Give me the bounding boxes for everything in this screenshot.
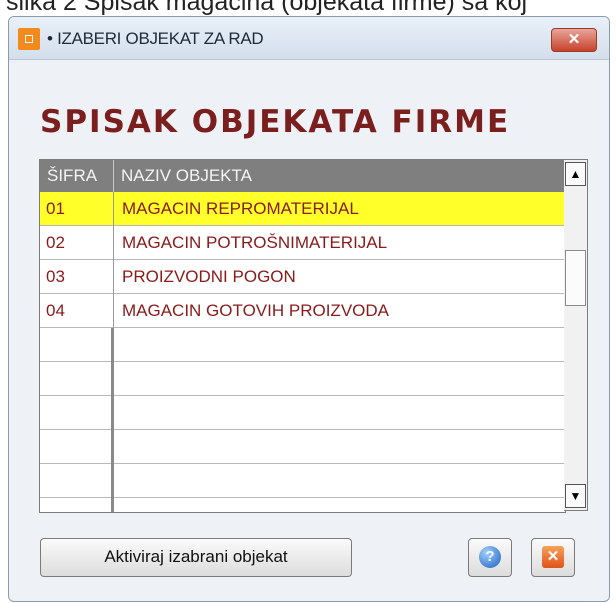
- objects-table: ŠIFRA NAZIV OBJEKTA 01 MAGACIN REPROMATE…: [39, 159, 566, 513]
- cell-code: 02: [40, 226, 114, 260]
- table-row[interactable]: 02 MAGACIN POTROŠNIMATERIJAL: [40, 226, 565, 260]
- dialog-window: • IZABERI OBJEKAT ZA RAD ✕ SPISAK OBJEKA…: [8, 16, 610, 602]
- cell-code: 04: [40, 294, 114, 328]
- cell-name: MAGACIN REPROMATERIJAL: [122, 199, 359, 218]
- table-row[interactable]: 01 MAGACIN REPROMATERIJAL: [40, 192, 565, 226]
- cell-code: 03: [40, 260, 114, 294]
- column-header-name[interactable]: NAZIV OBJEKTA: [114, 160, 565, 192]
- help-icon: ?: [479, 546, 501, 568]
- scroll-up-icon[interactable]: ▲: [565, 162, 586, 186]
- page-title: SPISAK OBJEKATA FIRME: [40, 104, 511, 140]
- scroll-down-icon[interactable]: ▼: [565, 484, 586, 508]
- cell-name: PROIZVODNI POGON: [122, 267, 296, 286]
- window-close-button[interactable]: ✕: [551, 28, 597, 52]
- activate-object-button[interactable]: Aktiviraj izabrani objekat: [40, 538, 352, 577]
- scroll-thumb[interactable]: [565, 250, 586, 306]
- cell-name: MAGACIN GOTOVIH PROIZVODA: [122, 301, 389, 320]
- empty-row[interactable]: [40, 498, 565, 512]
- title-bar: • IZABERI OBJEKAT ZA RAD ✕: [9, 17, 609, 60]
- empty-row[interactable]: [40, 396, 565, 430]
- cell-name: MAGACIN POTROŠNIMATERIJAL: [122, 233, 388, 252]
- empty-row[interactable]: [40, 464, 565, 498]
- app-icon[interactable]: [18, 28, 40, 50]
- column-header-code[interactable]: ŠIFRA: [40, 160, 114, 192]
- empty-row[interactable]: [40, 328, 565, 362]
- caption-text: slika 2 Spisak magacina (objekata firme)…: [6, 0, 528, 16]
- close-icon: ✕: [542, 546, 564, 568]
- vertical-scrollbar[interactable]: ▲ ▼: [564, 159, 588, 511]
- cell-code: 01: [40, 192, 114, 226]
- table-row[interactable]: 03 PROIZVODNI POGON: [40, 260, 565, 294]
- empty-row[interactable]: [40, 362, 565, 396]
- table-header: ŠIFRA NAZIV OBJEKTA: [40, 160, 565, 192]
- help-button[interactable]: ?: [468, 538, 512, 577]
- table-row[interactable]: 04 MAGACIN GOTOVIH PROIZVODA: [40, 294, 565, 328]
- empty-row[interactable]: [40, 430, 565, 464]
- exit-button[interactable]: ✕: [531, 538, 575, 577]
- window-title: • IZABERI OBJEKAT ZA RAD: [47, 29, 264, 48]
